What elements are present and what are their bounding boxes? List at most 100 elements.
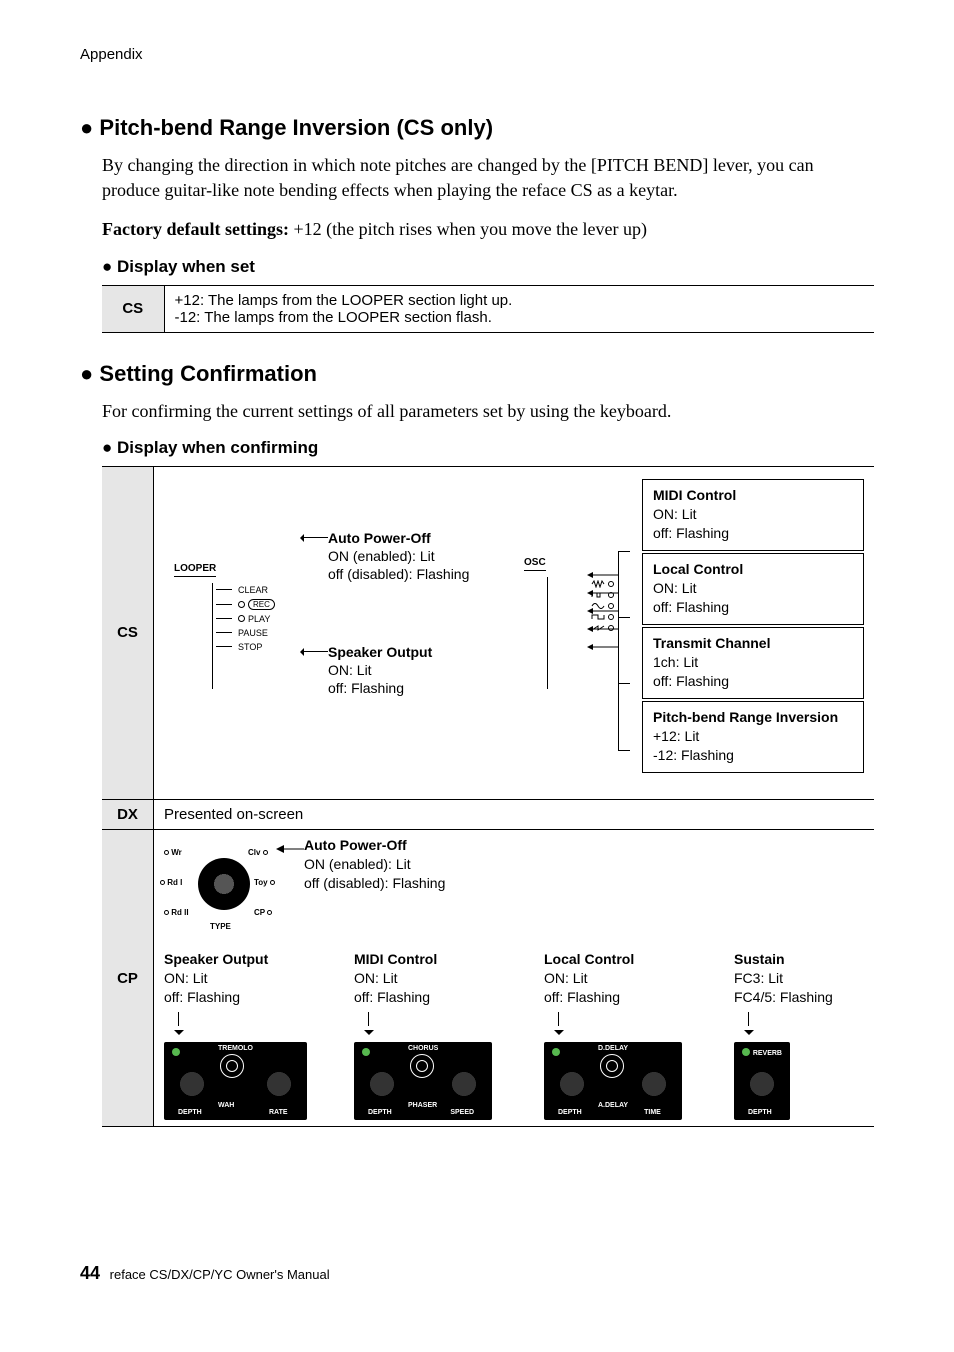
pb-line1: +12: The lamps from the LOOPER section l… bbox=[175, 292, 865, 309]
knob-rate: RATE bbox=[259, 1056, 299, 1116]
box-pbi: Pitch-bend Range Inversion +12: Lit -12:… bbox=[642, 701, 864, 774]
dial-chorus: DEPTH CHORUS PHASER SPEED bbox=[354, 1042, 492, 1120]
looper-pause-label: PAUSE bbox=[238, 628, 268, 638]
knob-depth2-label: DEPTH bbox=[368, 1109, 392, 1116]
setting-display-heading: ● Display when confirming bbox=[102, 438, 874, 458]
cp-spk-head: Speaker Output bbox=[164, 950, 268, 969]
cs-row-label: CS bbox=[102, 466, 154, 799]
pb-line2: -12: The lamps from the LOOPER section f… bbox=[175, 309, 865, 326]
dx-row-content: Presented on-screen bbox=[154, 799, 875, 829]
knob-time-label: TIME bbox=[644, 1109, 661, 1116]
page-footer: 44 reface CS/DX/CP/YC Owner's Manual bbox=[80, 1263, 330, 1284]
page-header: Appendix bbox=[80, 46, 874, 63]
dx-row-label: DX bbox=[102, 799, 154, 829]
looper-title: LOOPER bbox=[174, 563, 216, 577]
bullet-icon: ● bbox=[102, 257, 112, 276]
dial-tremhe: DEPTH TREMOLO WAH RATE bbox=[164, 1042, 307, 1120]
cp-sus-l1: FC3: Lit bbox=[734, 969, 833, 988]
down-line bbox=[368, 1012, 369, 1026]
box-tx: Transmit Channel 1ch: Lit off: Flashing bbox=[642, 627, 864, 700]
cs-spk-l2: off: Flashing bbox=[328, 679, 432, 697]
confirm-table: CS LOOPER CLEAR REC PLAY PAUSE STOP bbox=[102, 466, 874, 1128]
cp-spk-l2: off: Flashing bbox=[164, 988, 268, 1007]
box-midi-head: MIDI Control bbox=[653, 486, 853, 505]
cs-apo-l1: ON (enabled): Lit bbox=[328, 547, 469, 565]
label-phaser: PHASER bbox=[408, 1102, 437, 1109]
mid-labels2: CHORUS PHASER bbox=[408, 1037, 438, 1111]
down-line bbox=[558, 1012, 559, 1026]
type-cp: CP bbox=[254, 908, 265, 917]
pitchbend-factory: Factory default settings: +12 (the pitch… bbox=[102, 217, 874, 242]
toggle-icon bbox=[220, 1054, 244, 1078]
box-tx-l1: 1ch: Lit bbox=[653, 653, 853, 672]
pitchbend-table: CS +12: The lamps from the LOOPER sectio… bbox=[102, 285, 874, 333]
chevron-down-icon bbox=[174, 1030, 184, 1040]
chevron-down-icon bbox=[554, 1030, 564, 1040]
looper-play-label: PLAY bbox=[248, 614, 270, 624]
label-wah: WAH bbox=[218, 1102, 234, 1109]
led-icon bbox=[362, 1048, 370, 1056]
label-adelay: A.DELAY bbox=[598, 1102, 628, 1109]
cp-local-l1: ON: Lit bbox=[544, 969, 634, 988]
section-setting-title: ● Setting Confirmation bbox=[80, 361, 874, 387]
chevron-down-icon bbox=[364, 1030, 374, 1040]
type-dial: Wr Clv Rd I Toy Rd II CP TYPE bbox=[164, 836, 284, 932]
led-icon bbox=[164, 910, 169, 915]
setting-desc: For confirming the current settings of a… bbox=[102, 399, 874, 424]
led-icon bbox=[270, 880, 275, 885]
toggle-icon bbox=[600, 1054, 624, 1078]
led-icon bbox=[238, 615, 245, 622]
looper-stop-label: STOP bbox=[238, 642, 262, 652]
cp-midi-l1: ON: Lit bbox=[354, 969, 437, 988]
pitchbend-desc: By changing the direction in which note … bbox=[102, 153, 874, 203]
box-local: Local Control ON: Lit off: Flashing bbox=[642, 553, 864, 626]
box-local-head: Local Control bbox=[653, 560, 853, 579]
type-rdI: Rd I bbox=[167, 878, 182, 887]
mid-labels3: D.DELAY A.DELAY bbox=[598, 1037, 628, 1111]
knob-depth3-label: DEPTH bbox=[558, 1109, 582, 1116]
looper-clear-label: CLEAR bbox=[238, 585, 268, 595]
looper-rec-label: REC bbox=[248, 599, 275, 610]
pitchbend-row-label: CS bbox=[102, 285, 164, 332]
box-midi-l2: off: Flashing bbox=[653, 524, 853, 543]
cp-col-local: Local Control ON: Lit off: Flashing DEPT… bbox=[544, 950, 722, 1121]
dial-delay: DEPTH D.DELAY A.DELAY TIME bbox=[544, 1042, 682, 1120]
cp-row-label: CP bbox=[102, 829, 154, 1127]
bullet-icon: ● bbox=[80, 115, 93, 140]
knob-depth-label: DEPTH bbox=[178, 1109, 202, 1116]
box-local-l1: ON: Lit bbox=[653, 579, 853, 598]
looper-panel: LOOPER CLEAR REC PLAY PAUSE STOP bbox=[174, 563, 294, 693]
pitchbend-display-heading: ● Display when set bbox=[102, 257, 874, 277]
cs-apo-head: Auto Power-Off bbox=[328, 529, 469, 547]
bullet-icon: ● bbox=[102, 438, 112, 457]
cp-col-midi: MIDI Control ON: Lit off: Flashing DEPTH… bbox=[354, 950, 532, 1121]
dial-reverb: DEPTH REVERB bbox=[734, 1042, 790, 1120]
knob-depth4-label: DEPTH bbox=[748, 1109, 772, 1116]
down-line bbox=[748, 1012, 749, 1026]
setting-body: For confirming the current settings of a… bbox=[102, 399, 874, 1128]
mid-labels: TREMOLO WAH bbox=[218, 1037, 253, 1111]
chevron-down-icon bbox=[744, 1030, 754, 1040]
box-pbi-l2: -12: Flashing bbox=[653, 746, 853, 765]
cp-local-head: Local Control bbox=[544, 950, 634, 969]
type-toy: Toy bbox=[254, 878, 268, 887]
knob-depth2: DEPTH bbox=[362, 1056, 402, 1116]
led-icon bbox=[164, 850, 169, 855]
knob-speed-label: SPEED bbox=[450, 1109, 474, 1116]
box-tx-l2: off: Flashing bbox=[653, 672, 853, 691]
looper-rec: REC bbox=[216, 599, 294, 610]
cp-local-l2: off: Flashing bbox=[544, 988, 634, 1007]
led-icon bbox=[160, 880, 165, 885]
bracket bbox=[618, 551, 638, 751]
led-icon bbox=[263, 850, 268, 855]
looper-stop: STOP bbox=[216, 642, 294, 652]
type-clv: Clv bbox=[248, 848, 260, 857]
type-wr: Wr bbox=[171, 848, 182, 857]
type-label: TYPE bbox=[210, 922, 231, 931]
knob-time: TIME bbox=[634, 1056, 674, 1116]
pitchbend-title-text: Pitch-bend Range Inversion (CS only) bbox=[99, 115, 493, 140]
cp-sus-l2: FC4/5: Flashing bbox=[734, 988, 833, 1007]
factory-value: +12 (the pitch rises when you move the l… bbox=[289, 219, 647, 239]
cs-apo-label: Auto Power-Off ON (enabled): Lit off (di… bbox=[328, 529, 469, 584]
looper-vline bbox=[212, 583, 213, 689]
